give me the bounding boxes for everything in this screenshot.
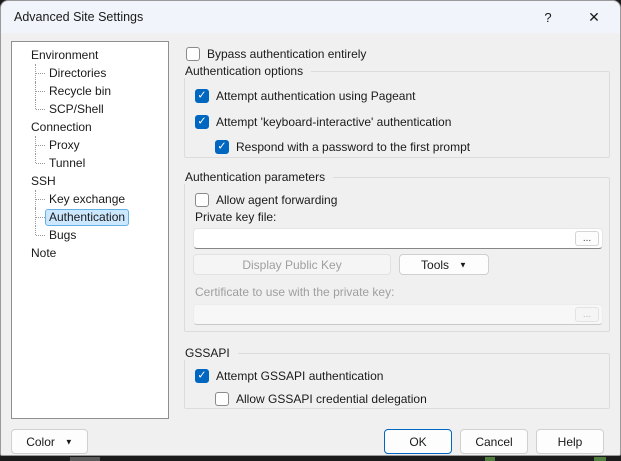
checkbox-attempt-pageant[interactable]: ✓ Attempt authentication using Pageant — [195, 88, 415, 104]
tree-connector — [35, 190, 45, 208]
tree-item-key-exchange[interactable]: Key exchange — [12, 190, 168, 208]
checkbox-gssapi-delegation[interactable]: ✓ Allow GSSAPI credential delegation — [215, 391, 427, 407]
tree-item-recycle-bin[interactable]: Recycle bin — [12, 82, 168, 100]
tree-connector — [35, 82, 45, 100]
background-artifact — [70, 457, 100, 461]
check-icon: ✓ — [217, 140, 227, 152]
tree-connector — [35, 226, 45, 244]
tree-item-note[interactable]: Note — [12, 244, 168, 262]
ok-button[interactable]: OK — [384, 429, 452, 454]
settings-tree: Environment Directories Recycle bin SCP/… — [11, 41, 169, 419]
tree-item-environment[interactable]: Environment — [12, 46, 168, 64]
checkbox-agent-forwarding[interactable]: ✓ Allow agent forwarding — [195, 192, 337, 208]
group-title: GSSAPI — [184, 346, 238, 360]
tree-connector — [35, 100, 45, 118]
tree-connector — [35, 154, 45, 172]
checkbox-respond-password[interactable]: ✓ Respond with a password to the first p… — [215, 139, 470, 155]
private-key-file-label: Private key file: — [195, 210, 277, 224]
checkbox-box: ✓ — [195, 369, 209, 383]
tree-item-authentication[interactable]: Authentication — [12, 208, 168, 226]
certificate-label: Certificate to use with the private key: — [195, 285, 395, 299]
certificate-browse-button: ... — [575, 307, 599, 322]
checkbox-attempt-gssapi[interactable]: ✓ Attempt GSSAPI authentication — [195, 368, 383, 384]
certificate-input — [200, 306, 572, 323]
window-title: Advanced Site Settings — [14, 10, 144, 24]
checkbox-box: ✓ — [215, 140, 229, 154]
tree-item-tunnel[interactable]: Tunnel — [12, 154, 168, 172]
checkbox-box: ✓ — [195, 193, 209, 207]
private-key-browse-button[interactable]: ... — [575, 231, 599, 246]
help-button[interactable]: Help — [536, 429, 604, 454]
tree-item-directories[interactable]: Directories — [12, 64, 168, 82]
display-public-key-button[interactable]: Display Public Key — [193, 254, 391, 275]
certificate-field-container: ... — [193, 304, 603, 325]
group-gssapi: GSSAPI ✓ Attempt GSSAPI authentication ✓… — [184, 346, 610, 409]
checkbox-box: ✓ — [195, 115, 209, 129]
tree-item-proxy[interactable]: Proxy — [12, 136, 168, 154]
tools-dropdown-button[interactable]: Tools ▼ — [399, 254, 489, 275]
tree-connector — [35, 136, 45, 154]
color-dropdown-button[interactable]: Color ▼ — [11, 429, 88, 454]
check-icon: ✓ — [197, 89, 207, 101]
tree-item-ssh[interactable]: SSH — [12, 172, 168, 190]
tree-connector — [35, 64, 45, 82]
cancel-button[interactable]: Cancel — [460, 429, 528, 454]
settings-panel: ✓ Bypass authentication entirely Authent… — [184, 41, 612, 429]
tree-item-bugs[interactable]: Bugs — [12, 226, 168, 244]
group-title: Authentication parameters — [184, 170, 334, 184]
background-artifact — [594, 457, 606, 461]
checkbox-box: ✓ — [215, 392, 229, 406]
help-icon[interactable]: ? — [528, 1, 568, 33]
check-icon: ✓ — [197, 369, 207, 381]
advanced-site-settings-dialog: Advanced Site Settings ? ✕ Environment D… — [0, 0, 621, 456]
group-title: Authentication options — [184, 64, 312, 78]
group-authentication-options: Authentication options ✓ Attempt authent… — [184, 64, 610, 158]
close-icon[interactable]: ✕ — [574, 1, 614, 33]
tree-item-scp-shell[interactable]: SCP/Shell — [12, 100, 168, 118]
checkbox-box: ✓ — [195, 89, 209, 103]
tree-connector — [35, 208, 45, 226]
check-icon: ✓ — [197, 115, 207, 127]
checkbox-bypass-authentication[interactable]: ✓ Bypass authentication entirely — [186, 46, 366, 62]
group-authentication-parameters: Authentication parameters ✓ Allow agent … — [184, 170, 610, 332]
chevron-down-icon: ▼ — [459, 260, 467, 270]
background-artifact — [485, 457, 495, 461]
title-bar: Advanced Site Settings ? ✕ — [1, 1, 620, 33]
tree-item-connection[interactable]: Connection — [12, 118, 168, 136]
private-key-field-container: ... — [193, 228, 603, 249]
checkbox-box: ✓ — [186, 47, 200, 61]
checkbox-keyboard-interactive[interactable]: ✓ Attempt 'keyboard-interactive' authent… — [195, 114, 451, 130]
private-key-input[interactable] — [200, 230, 572, 247]
chevron-down-icon: ▼ — [64, 437, 73, 447]
